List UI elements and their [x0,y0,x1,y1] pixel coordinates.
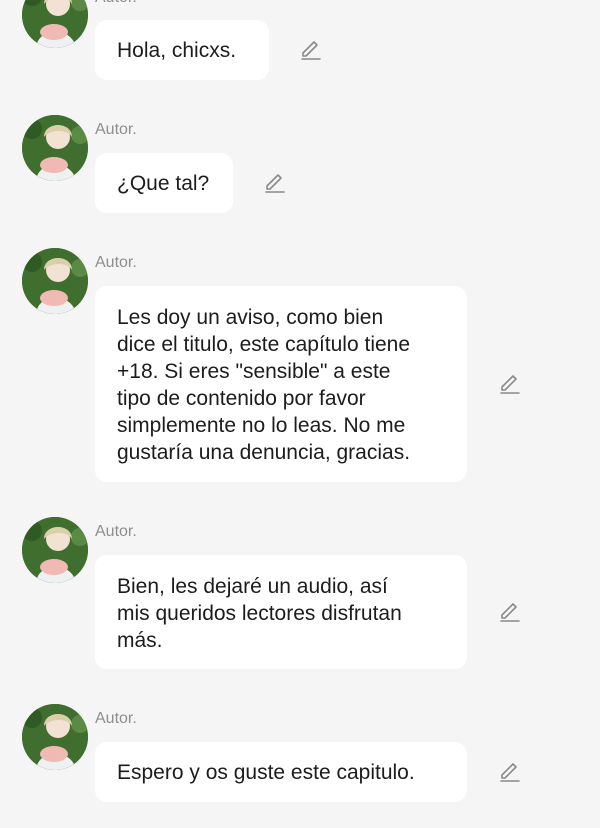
message-text-line: Les doy un aviso, como bien [117,306,384,329]
author-avatar[interactable] [22,248,88,314]
message-bubble[interactable]: ¿Que tal? [95,153,233,213]
author-name: Autor. [95,0,137,8]
avatar-photo [22,248,88,314]
author-name: Autor. [95,254,137,271]
pencil-icon[interactable] [263,171,287,195]
message-text: Hola, chicxs. [117,39,237,62]
author-avatar[interactable] [22,517,88,583]
message-text: Espero y os guste este capitulo. [117,761,415,784]
pencil-icon[interactable] [299,38,323,62]
author-name: Autor. [95,710,137,727]
author-avatar[interactable] [22,115,88,181]
author-avatar[interactable] [22,0,88,48]
message-bubble[interactable]: Les doy un aviso, como bien dice el titu… [95,286,467,482]
message-bubble[interactable]: Bien, les dejaré un audio, así mis queri… [95,555,467,669]
author-name: Autor. [95,121,137,138]
pencil-icon[interactable] [498,600,522,624]
avatar-photo [22,115,88,181]
avatar-photo [22,704,88,770]
message-text: ¿Que tal? [117,172,210,195]
message-text-line: mis queridos lectores disfrutan [117,602,402,625]
pencil-icon[interactable] [498,760,522,784]
message-text-line: simplemente no lo leas. No me [117,414,406,437]
message-text-line: +18. Si eres "sensible" a este [117,360,391,383]
message-text-line: gustaría una denuncia, gracias. [117,441,411,464]
pencil-icon[interactable] [498,372,522,396]
avatar-photo [22,517,88,583]
message-bubble[interactable]: Hola, chicxs. [95,20,269,80]
message-bubble[interactable]: Espero y os guste este capitulo. [95,742,467,802]
avatar-photo [22,0,88,48]
message-text-line: Bien, les dejaré un audio, así [117,575,388,598]
message-text-line: dice el titulo, este capítulo tiene [117,333,411,356]
message-text-line: tipo de contenido por favor [117,387,366,410]
author-name: Autor. [95,523,137,540]
message-text-line: más. [117,629,163,652]
author-avatar[interactable] [22,704,88,770]
